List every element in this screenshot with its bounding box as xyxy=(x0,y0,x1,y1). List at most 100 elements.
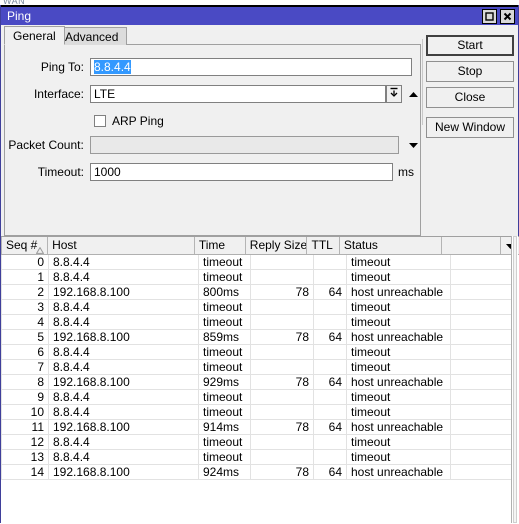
cell-reply-size xyxy=(251,300,314,314)
cell-host: 8.8.4.4 xyxy=(49,450,199,464)
cell-ttl xyxy=(314,390,347,404)
close-button[interactable] xyxy=(500,8,515,24)
table-row[interactable]: 14 192.168.8.100 924ms 78 64 host unreachable xyxy=(1,465,513,480)
cell-time: timeout xyxy=(199,390,251,404)
cell-host: 192.168.8.100 xyxy=(49,375,199,389)
new-window-button[interactable]: New Window xyxy=(426,117,514,138)
cell-time: timeout xyxy=(199,360,251,374)
cell-time: timeout xyxy=(199,300,251,314)
cell-status: timeout xyxy=(347,300,451,314)
scrollbar-thumb[interactable] xyxy=(513,236,517,523)
cell-extra xyxy=(451,285,512,299)
table-row[interactable]: 9 8.8.4.4 timeout timeout xyxy=(1,390,513,405)
close-icon xyxy=(503,12,512,21)
cell-ttl xyxy=(314,315,347,329)
packet-count-input[interactable] xyxy=(89,136,400,154)
cell-host: 8.8.4.4 xyxy=(49,435,199,449)
packet-count-row: Packet Count: xyxy=(5,135,420,155)
tab-general[interactable]: General xyxy=(4,26,65,45)
cell-seq: 5 xyxy=(1,330,49,344)
cell-seq: 9 xyxy=(1,390,49,404)
cell-ttl: 64 xyxy=(314,465,347,479)
packet-count-dropdown-button[interactable] xyxy=(406,136,420,154)
cell-extra xyxy=(451,465,512,479)
tab-advanced[interactable]: Advanced xyxy=(56,27,128,45)
cell-ttl xyxy=(314,270,347,284)
table-row[interactable]: 8 192.168.8.100 929ms 78 64 host unreachable xyxy=(1,375,513,390)
column-header-host[interactable]: Host xyxy=(48,237,195,254)
table-row[interactable]: 6 8.8.4.4 timeout timeout xyxy=(1,345,513,360)
table-row[interactable]: 10 8.8.4.4 timeout timeout xyxy=(1,405,513,420)
cell-time: timeout xyxy=(199,405,251,419)
cell-ttl: 64 xyxy=(314,285,347,299)
cell-ttl xyxy=(314,255,347,269)
cell-status: host unreachable xyxy=(347,285,451,299)
ping-to-input[interactable]: 8.8.4.4 xyxy=(90,58,412,76)
cell-reply-size: 78 xyxy=(251,330,314,344)
table-row[interactable]: 12 8.8.4.4 timeout timeout xyxy=(1,435,513,450)
table-row[interactable]: 2 192.168.8.100 800ms 78 64 host unreachable xyxy=(1,285,513,300)
table-body: 0 8.8.4.4 timeout timeout 1 8.8.4.4 timeout tim… xyxy=(1,255,513,524)
cell-host: 192.168.8.100 xyxy=(49,465,199,479)
column-header-ttl[interactable]: TTL xyxy=(307,237,340,254)
cell-status: timeout xyxy=(347,345,451,359)
cell-time: timeout xyxy=(199,345,251,359)
column-header-time[interactable]: Time xyxy=(194,237,246,254)
column-header-reply-size[interactable]: Reply Size xyxy=(245,237,308,254)
interface-input[interactable]: LTE xyxy=(90,85,386,103)
cell-reply-size: 78 xyxy=(251,285,314,299)
cell-reply-size xyxy=(251,315,314,329)
column-header-extra[interactable] xyxy=(441,237,502,254)
cell-seq: 11 xyxy=(1,420,49,434)
maximize-icon xyxy=(485,11,494,21)
cell-time: 800ms xyxy=(199,285,251,299)
cell-extra xyxy=(451,345,512,359)
cell-ttl xyxy=(314,360,347,374)
table-row[interactable]: 1 8.8.4.4 timeout timeout xyxy=(1,270,513,285)
cell-time: timeout xyxy=(199,255,251,269)
interface-up-button[interactable] xyxy=(406,85,420,103)
cell-host: 8.8.4.4 xyxy=(49,300,199,314)
cell-extra xyxy=(451,435,512,449)
maximize-button[interactable] xyxy=(482,8,497,24)
table-row[interactable]: 13 8.8.4.4 timeout timeout xyxy=(1,450,513,465)
action-button-group: Start Stop Close New Window xyxy=(426,35,516,143)
triangle-up-icon xyxy=(408,87,419,101)
cell-extra xyxy=(451,300,512,314)
close-button-action[interactable]: Close xyxy=(426,87,514,108)
cell-status: timeout xyxy=(347,435,451,449)
cell-extra xyxy=(451,315,512,329)
interface-dropdown-button[interactable] xyxy=(386,85,402,103)
table-vertical-scrollbar[interactable] xyxy=(511,236,518,523)
table-row[interactable]: 3 8.8.4.4 timeout timeout xyxy=(1,300,513,315)
arp-ping-checkbox[interactable] xyxy=(94,115,106,127)
table-row[interactable]: 5 192.168.8.100 859ms 78 64 host unreachable xyxy=(1,330,513,345)
window-titlebar[interactable]: Ping xyxy=(1,5,518,25)
stop-button[interactable]: Stop xyxy=(426,61,514,82)
table-row[interactable]: 0 8.8.4.4 timeout timeout xyxy=(1,255,513,270)
cell-extra xyxy=(451,270,512,284)
cell-time: timeout xyxy=(199,450,251,464)
cell-extra xyxy=(451,375,512,389)
cell-reply-size: 78 xyxy=(251,465,314,479)
cell-seq: 10 xyxy=(1,405,49,419)
cell-host: 8.8.4.4 xyxy=(49,315,199,329)
interface-row: Interface: LTE xyxy=(5,84,420,104)
cell-ttl xyxy=(314,345,347,359)
cell-time: timeout xyxy=(199,315,251,329)
cell-extra xyxy=(451,360,512,374)
column-header-seq[interactable]: Seq # xyxy=(1,237,49,254)
cell-seq: 8 xyxy=(1,375,49,389)
timeout-input[interactable]: 1000 xyxy=(90,163,393,181)
table-row[interactable]: 4 8.8.4.4 timeout timeout xyxy=(1,315,513,330)
cell-reply-size: 78 xyxy=(251,420,314,434)
column-header-status[interactable]: Status xyxy=(339,237,442,254)
cell-status: timeout xyxy=(347,315,451,329)
table-row[interactable]: 11 192.168.8.100 914ms 78 64 host unreachable xyxy=(1,420,513,435)
table-row[interactable]: 7 8.8.4.4 timeout timeout xyxy=(1,360,513,375)
table-header-row: Seq # Host Time Reply Size TTL Status xyxy=(1,237,519,255)
cell-host: 8.8.4.4 xyxy=(49,405,199,419)
cell-host: 8.8.4.4 xyxy=(49,255,199,269)
start-button[interactable]: Start xyxy=(426,35,514,56)
cell-status: host unreachable xyxy=(347,375,451,389)
